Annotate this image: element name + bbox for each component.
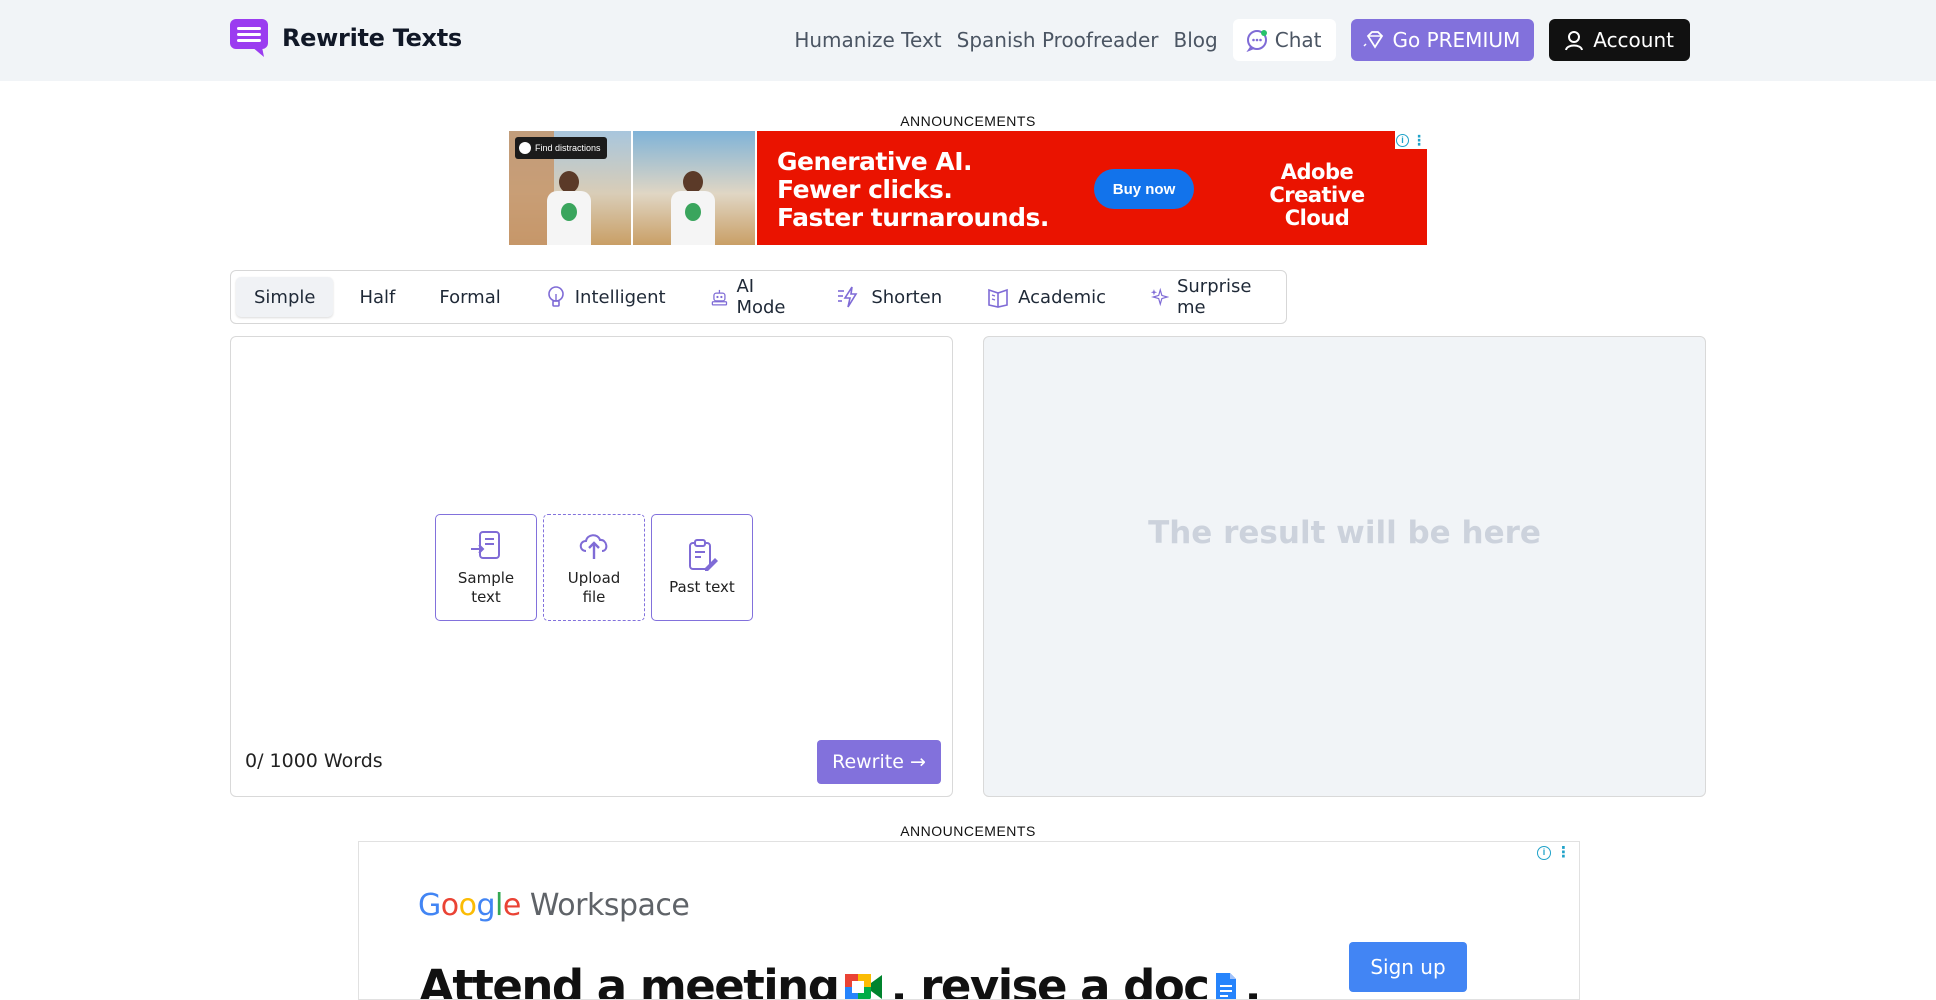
user-icon	[1565, 31, 1584, 51]
info-icon[interactable]: i	[1537, 846, 1551, 860]
go-premium-button[interactable]: Go PREMIUM	[1350, 19, 1535, 61]
paste-text-button[interactable]: Past text	[651, 514, 753, 621]
upload-file-label-1: Upload	[567, 568, 621, 587]
find-distractions-tag: Find distractions	[515, 137, 607, 159]
magic-wand-icon	[519, 142, 531, 154]
ad-bottom-headline: Attend a meeting , revise a doc ,	[419, 960, 1262, 999]
ad-headline: Generative AI. Fewer clicks. Faster turn…	[777, 147, 1049, 232]
ad-sign-up-button[interactable]: Sign up	[1349, 942, 1467, 992]
chat-label: Chat	[1274, 28, 1322, 52]
nav-blog[interactable]: Blog	[1174, 28, 1218, 52]
chat-icon	[1246, 30, 1267, 52]
nav-humanize-text[interactable]: Humanize Text	[794, 28, 941, 52]
ad-buy-now-button[interactable]: Buy now	[1094, 169, 1194, 209]
diamond-icon	[1362, 31, 1383, 49]
info-icon[interactable]: i	[1396, 133, 1409, 147]
kebab-menu-icon[interactable]: ⋮	[1412, 133, 1426, 147]
mode-half[interactable]: Half	[341, 277, 413, 317]
upload-file-label-2: file	[582, 587, 606, 606]
sample-text-label-1: Sample	[457, 568, 515, 587]
chat-button[interactable]: Chat	[1232, 19, 1336, 61]
ad-photo-1: Find distractions	[509, 131, 633, 245]
site-title: Rewrite Texts	[282, 24, 462, 52]
word-count: 0/ 1000 Words	[245, 750, 383, 772]
mode-simple[interactable]: Simple	[236, 277, 334, 317]
robot-icon	[711, 289, 727, 306]
mode-intelligent[interactable]: Intelligent	[527, 277, 684, 317]
account-button[interactable]: Account	[1549, 19, 1690, 61]
ad-brand: Adobe Creative Cloud	[1269, 160, 1365, 230]
google-workspace-logo: Google Workspace	[418, 888, 690, 923]
lightbulb-icon	[547, 286, 564, 307]
sample-text-button[interactable]: Sample text	[435, 514, 537, 621]
announcements-label-bottom: ANNOUNCEMENTS	[900, 823, 1036, 839]
rewrite-button[interactable]: Rewrite →	[817, 740, 941, 784]
input-panel[interactable]: Sample text Upload file Past text 0/ 100…	[230, 336, 953, 797]
paste-text-label: Past text	[669, 578, 735, 596]
account-label: Account	[1593, 28, 1674, 52]
rewrite-mode-tabs: Simple Half Formal Intelligent AI Mode S…	[230, 270, 1287, 324]
mode-shorten[interactable]: Shorten	[819, 277, 960, 317]
ad-choices-bottom[interactable]: i ⋮	[1537, 845, 1571, 860]
output-panel: The result will be here	[983, 336, 1706, 797]
mode-academic[interactable]: Academic	[968, 277, 1124, 317]
top-header: Rewrite Texts Humanize Text Spanish Proo…	[0, 0, 1936, 81]
sample-text-icon	[471, 530, 500, 559]
site-logo[interactable]: Rewrite Texts	[230, 19, 462, 57]
sample-text-label-2: text	[471, 587, 501, 606]
sparkle-icon	[1150, 287, 1169, 307]
mode-formal[interactable]: Formal	[421, 277, 518, 317]
upload-file-button[interactable]: Upload file	[543, 514, 645, 621]
chat-bubble-logo-icon	[230, 19, 268, 57]
cloud-upload-icon	[579, 533, 608, 559]
ad-red-panel: Generative AI. Fewer clicks. Faster turn…	[757, 131, 1427, 245]
main-nav: Humanize Text Spanish Proofreader Blog C…	[794, 19, 1690, 61]
lightning-icon	[838, 286, 858, 308]
bottom-ad-banner[interactable]: Google Workspace Attend a meeting , revi…	[358, 841, 1580, 1000]
mode-surprise-me[interactable]: Surprise me	[1132, 276, 1281, 318]
google-docs-icon	[1216, 972, 1237, 999]
book-icon	[988, 288, 1008, 308]
announcements-label-top: ANNOUNCEMENTS	[900, 113, 1036, 129]
mode-ai[interactable]: AI Mode	[692, 276, 812, 318]
kebab-menu-icon[interactable]: ⋮	[1556, 845, 1571, 860]
top-ad-banner[interactable]: Find distractions Generative AI. Fewer c…	[509, 131, 1427, 245]
go-premium-label: Go PREMIUM	[1392, 28, 1521, 52]
clipboard-edit-icon	[689, 539, 718, 571]
input-actions: Sample text Upload file Past text	[435, 514, 753, 621]
result-placeholder: The result will be here	[1148, 514, 1541, 551]
ad-photo-2	[633, 131, 757, 245]
google-meet-icon	[845, 973, 883, 999]
ad-choices[interactable]: i ⋮	[1395, 131, 1427, 149]
nav-spanish-proofreader[interactable]: Spanish Proofreader	[957, 28, 1159, 52]
